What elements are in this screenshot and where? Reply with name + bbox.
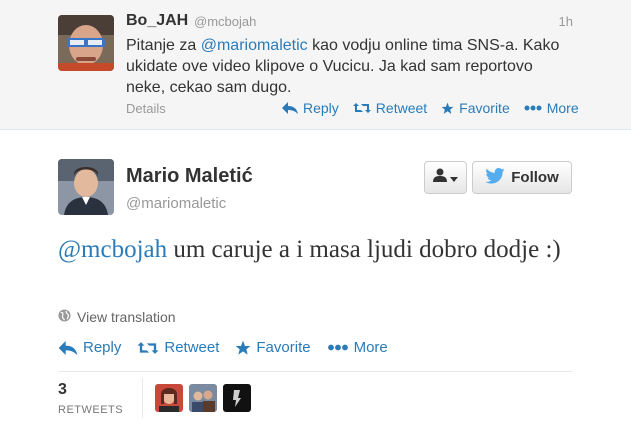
user-icon [433, 168, 447, 187]
follow-button-label: Follow [511, 169, 559, 186]
reply-icon [282, 102, 298, 114]
reply-icon [58, 340, 78, 355]
parent-tweet-avatar[interactable] [58, 15, 114, 71]
parent-tweet-text-prefix: Pitanje za [126, 37, 201, 54]
parent-tweet-handle[interactable]: @mcbojah [194, 14, 256, 29]
main-tweet-body: um caruje a i masa ljudi dobro dodje :) [167, 236, 561, 263]
reply-button[interactable]: Reply [58, 339, 121, 356]
favorite-button[interactable]: Favorite [235, 339, 311, 356]
more-label: More [353, 339, 388, 356]
parent-favorite-button[interactable]: Favorite [441, 100, 510, 116]
stats-separator [142, 378, 143, 418]
main-tweet-mention-link[interactable]: @mcbojah [58, 236, 167, 263]
main-tweet-avatar[interactable] [58, 159, 114, 215]
retweet-icon [352, 102, 371, 114]
parent-reply-label: Reply [303, 100, 339, 116]
favorite-label: Favorite [256, 339, 311, 356]
user-actions-dropdown[interactable] [424, 161, 467, 194]
retweet-icon [137, 341, 159, 355]
caret-down-icon [450, 169, 458, 187]
retweeter-avatar[interactable] [189, 384, 217, 412]
parent-favorite-label: Favorite [459, 100, 510, 116]
retweet-stats[interactable]: 3 RETWEETS [58, 381, 123, 416]
retweeter-avatar[interactable] [155, 384, 183, 412]
parent-tweet-time[interactable]: 1h [559, 14, 573, 29]
parent-tweet-details-link[interactable]: Details [126, 101, 166, 116]
retweeter-avatar[interactable] [223, 384, 251, 412]
parent-tweet-actions: Reply Retweet Favorite More [282, 100, 579, 116]
actions-divider [58, 371, 572, 372]
main-tweet-handle[interactable]: @mariomaletic [126, 195, 226, 212]
parent-retweet-label: Retweet [375, 100, 428, 116]
follow-button[interactable]: Follow [472, 161, 572, 194]
parent-retweet-button[interactable]: Retweet [352, 100, 428, 116]
parent-reply-button[interactable]: Reply [282, 100, 339, 116]
reply-label: Reply [83, 339, 122, 356]
more-button[interactable]: More [327, 339, 388, 356]
more-icon [327, 344, 349, 351]
parent-tweet-text: Pitanje za @mariomaletic kao vodju onlin… [126, 35, 576, 98]
main-tweet-name[interactable]: Mario Maletić [126, 165, 253, 188]
main-tweet-text: @mcbojah um caruje a i masa ljudi dobro … [58, 233, 578, 266]
retweeter-avatars [155, 384, 251, 412]
parent-tweet-mention-link[interactable]: @mariomaletic [201, 37, 308, 54]
globe-icon [58, 309, 71, 325]
parent-tweet: Bo_JAH @mcbojah 1h Pitanje za @mariomale… [0, 0, 631, 130]
view-translation-label: View translation [77, 309, 176, 325]
main-tweet-actions: Reply Retweet Favorite More [58, 339, 388, 356]
parent-more-label: More [546, 100, 579, 116]
retweet-label: Retweet [164, 339, 220, 356]
parent-more-button[interactable]: More [524, 100, 579, 116]
view-translation-link[interactable]: View translation [58, 309, 176, 325]
retweet-button[interactable]: Retweet [137, 339, 219, 356]
retweet-count-label: RETWEETS [58, 404, 124, 416]
retweet-count: 3 [58, 381, 67, 398]
favorite-icon [441, 102, 454, 115]
parent-tweet-name[interactable]: Bo_JAH [126, 12, 188, 30]
favorite-icon [235, 340, 251, 356]
more-icon [524, 105, 542, 111]
twitter-bird-icon [485, 167, 505, 188]
